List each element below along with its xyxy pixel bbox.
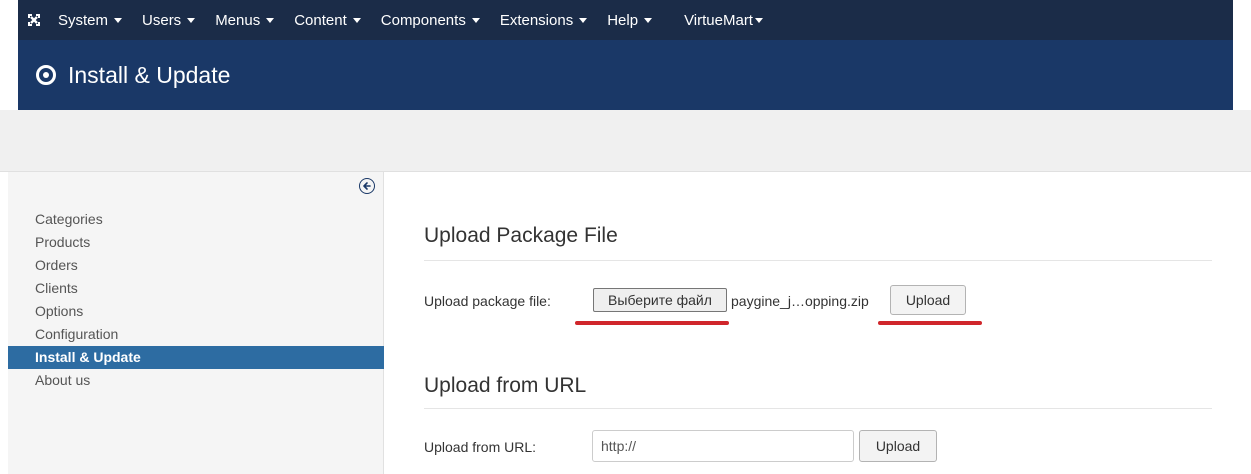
caret-down-icon <box>754 17 763 23</box>
selected-file-name: paygine_j…opping.zip <box>731 293 869 309</box>
menu-label: Help <box>607 11 639 29</box>
sidebar-item-products[interactable]: Products <box>8 231 384 254</box>
menu-components[interactable]: Components <box>373 0 492 40</box>
menu-label: VirtueMart <box>684 11 753 29</box>
upload-url-label: Upload from URL: <box>424 439 537 455</box>
menu-label: Components <box>380 11 466 29</box>
sidebar-nav: Categories Products Orders Clients Optio… <box>8 208 384 392</box>
target-circle-icon <box>36 65 56 85</box>
menu-users[interactable]: Users <box>134 0 207 40</box>
menu-content[interactable]: Content <box>286 0 373 40</box>
menu-label: Extensions <box>499 11 574 29</box>
menu-extensions[interactable]: Extensions <box>492 0 599 40</box>
menu-virtuemart[interactable]: VirtueMart <box>672 0 775 40</box>
caret-down-icon <box>352 17 361 23</box>
menu-help[interactable]: Help <box>599 0 664 40</box>
upload-package-button[interactable]: Upload <box>890 285 966 315</box>
section-divider <box>424 260 1212 261</box>
sidebar-item-clients[interactable]: Clients <box>8 277 384 300</box>
toolbar <box>0 110 1251 172</box>
joomla-logo-icon[interactable] <box>18 0 50 40</box>
arrow-left-circle-icon[interactable] <box>359 178 375 194</box>
menu-label: Content <box>294 11 347 29</box>
sidebar-item-install-update[interactable]: Install & Update <box>8 346 384 369</box>
sidebar-item-categories[interactable]: Categories <box>8 208 384 231</box>
sidebar-item-about-us[interactable]: About us <box>8 369 384 392</box>
sidebar-item-orders[interactable]: Orders <box>8 254 384 277</box>
highlight-underline-choose-file <box>575 321 729 325</box>
url-input[interactable] <box>592 430 854 462</box>
caret-down-icon <box>114 17 123 23</box>
sidebar-item-configuration[interactable]: Configuration <box>8 323 384 346</box>
top-menu-bar: System Users Menus Content Components Ex… <box>18 0 1233 40</box>
main-content: Upload Package File Upload package file:… <box>385 172 1251 474</box>
caret-down-icon <box>579 17 588 23</box>
caret-down-icon <box>644 17 653 23</box>
caret-down-icon <box>266 17 275 23</box>
choose-file-button[interactable]: Выберите файл <box>593 288 727 312</box>
caret-down-icon <box>471 17 480 23</box>
menu-label: Users <box>142 11 182 29</box>
page-header: Install & Update <box>18 40 1233 110</box>
highlight-underline-upload <box>878 321 982 325</box>
menu-menus[interactable]: Menus <box>207 0 286 40</box>
upload-url-button[interactable]: Upload <box>859 430 937 462</box>
sidebar-item-options[interactable]: Options <box>8 300 384 323</box>
page-title: Install & Update <box>68 61 231 88</box>
upload-url-title: Upload from URL <box>424 374 587 397</box>
section-divider <box>424 408 1212 409</box>
sidebar: Categories Products Orders Clients Optio… <box>8 172 384 474</box>
menu-label: Menus <box>215 11 261 29</box>
menu-system[interactable]: System <box>50 0 134 40</box>
caret-down-icon <box>187 17 196 23</box>
upload-package-label: Upload package file: <box>424 293 551 309</box>
menu-label: System <box>58 11 109 29</box>
upload-package-title: Upload Package File <box>424 224 618 247</box>
